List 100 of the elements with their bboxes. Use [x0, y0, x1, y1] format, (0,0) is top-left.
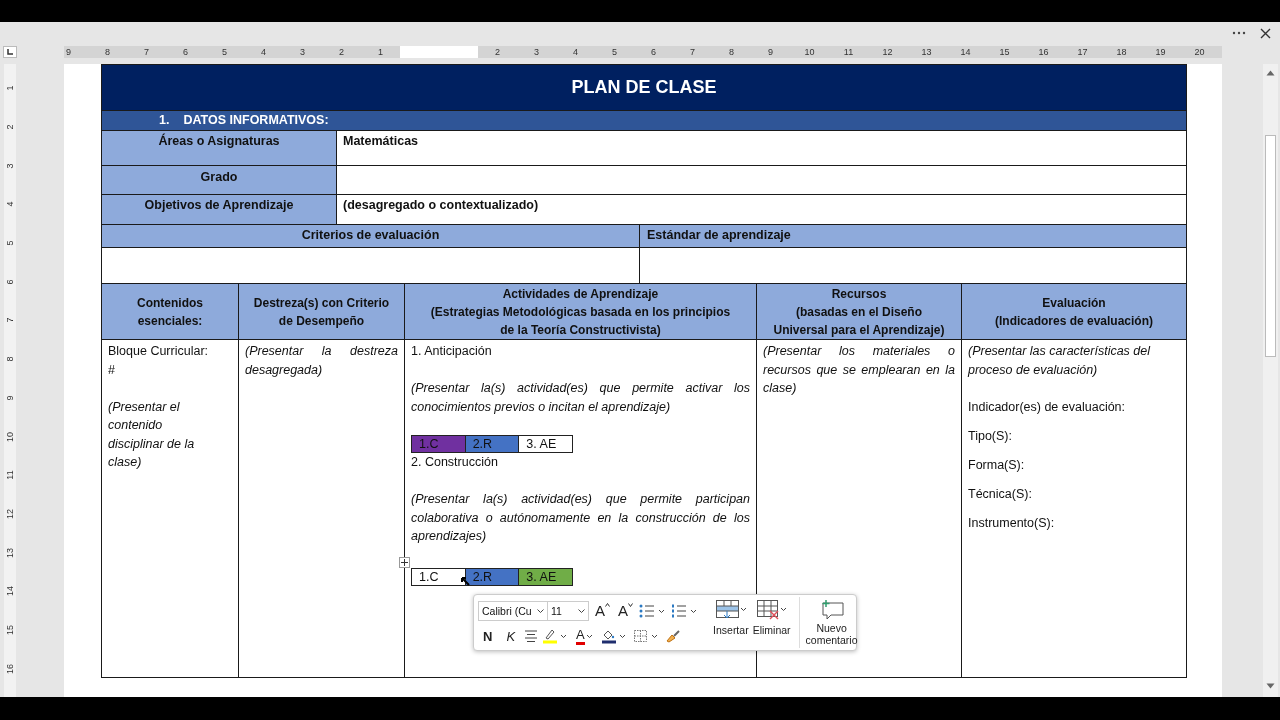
- table-cell-text: Bloque Curricular: #: [108, 343, 210, 379]
- insert-table-icon: [714, 599, 747, 621]
- more-icon[interactable]: [1232, 31, 1246, 35]
- activity-title: 2. Construcción: [411, 454, 499, 471]
- evaluation-field: Instrumento(S):: [968, 514, 1180, 533]
- ruler-number: 3: [299, 46, 306, 58]
- ruler-number: 15: [4, 623, 16, 637]
- column-header: Actividades de Aprendizaje (Estrategias Metodológicas basada en los principios de la Teoría Constructivista): [405, 284, 756, 339]
- delete-table-icon: [755, 599, 788, 621]
- horizontal-ruler[interactable]: 9 8 7 6 5 4 3 2 1 2 3 4 5 6 7 8 9 10 11 12 13 14 15 16 17 18 19 20: [64, 46, 1222, 58]
- column-header: Criterios de evaluación: [102, 225, 639, 247]
- ruler-number: 7: [4, 316, 16, 325]
- ruler-number: 8: [728, 46, 735, 58]
- table-cell: 2.R: [465, 436, 520, 452]
- column-header: Evaluación (Indicadores de evaluación): [962, 284, 1186, 339]
- ruler-number: 1: [4, 84, 16, 93]
- evaluation-field: Forma(S):: [968, 456, 1180, 475]
- ruler-number: 13: [920, 46, 933, 58]
- ruler-number: 16: [1037, 46, 1050, 58]
- ruler-number: 17: [1076, 46, 1089, 58]
- row-label: Áreas o Asignaturas: [102, 131, 336, 165]
- ruler-number: 13: [4, 546, 16, 560]
- font-size-field[interactable]: 11: [547, 600, 589, 621]
- ruler-number: 3: [533, 46, 540, 58]
- ruler-number: 9: [4, 394, 16, 403]
- ruler-number: 5: [611, 46, 618, 58]
- ruler-number: 16: [4, 662, 16, 676]
- evaluation-field: Indicador(es) de evaluación:: [968, 398, 1180, 417]
- table-cell: (desagregado o contextualizado): [337, 195, 1186, 224]
- scroll-down-icon[interactable]: [1266, 683, 1275, 689]
- delete-button[interactable]: Eliminar: [750, 597, 793, 648]
- bold-button[interactable]: N: [478, 628, 498, 644]
- column-header: Estándar de aprendizaje: [640, 225, 1186, 247]
- grow-font-button[interactable]: A: [593, 602, 612, 619]
- caret-icon: [537, 608, 544, 613]
- column-header: Contenidos esenciales:: [102, 284, 238, 339]
- activity-title: 1. Anticipación: [411, 343, 493, 360]
- row-label: Grado: [102, 166, 336, 194]
- ruler-number: 19: [1154, 46, 1167, 58]
- ruler-number: 4: [572, 46, 579, 58]
- scrollbar-thumb[interactable]: [1265, 135, 1276, 357]
- ruler-number: 6: [4, 278, 16, 287]
- ruler-number: 5: [221, 46, 228, 58]
- ruler-number: 2: [4, 123, 16, 132]
- ruler-number: 12: [881, 46, 894, 58]
- evaluation-field: Técnica(S):: [968, 485, 1180, 504]
- ruler-number: 12: [4, 507, 16, 521]
- caret-icon: [584, 633, 595, 639]
- caret-up-icon: [605, 603, 610, 607]
- ruler-number: 14: [4, 585, 16, 599]
- new-comment-button[interactable]: Nuevo comentario: [798, 597, 860, 648]
- ruler-number: 10: [4, 430, 16, 444]
- font-field[interactable]: Calibri (Cu: [478, 600, 548, 621]
- caret-icon: [578, 608, 585, 613]
- table-cell: 2.R: [465, 568, 520, 585]
- evaluation-field: Tipo(S):: [968, 427, 1180, 446]
- mouse-pointer-icon: [460, 576, 470, 586]
- insert-button[interactable]: Insertar: [711, 597, 751, 648]
- ruler-number: 5: [4, 239, 16, 248]
- ruler-number: 2: [494, 46, 501, 58]
- tab-stop-icon[interactable]: [3, 46, 17, 58]
- close-icon[interactable]: [1260, 27, 1271, 39]
- column-header: Destreza(s) con Criterio de Desempeño: [239, 284, 404, 339]
- align-center-icon[interactable]: [524, 630, 539, 642]
- ruler-number: 9: [767, 46, 774, 58]
- ruler-number: 11: [842, 46, 855, 58]
- table-move-handle-icon[interactable]: [399, 557, 410, 568]
- table-cell: 3. AE: [519, 568, 572, 585]
- ruler-number: 1: [377, 46, 384, 58]
- scroll-up-icon[interactable]: [1266, 70, 1275, 76]
- shrink-font-button[interactable]: A: [616, 602, 636, 619]
- ruler-number: 4: [4, 200, 16, 209]
- activity-description: (Presentar la(s) actividad(es) que permite activar los conocimientos previos o incitan el aprendizaje): [411, 380, 750, 416]
- ruler-number: 7: [143, 46, 150, 58]
- table-cell: Matemáticas: [337, 131, 1186, 165]
- ruler-number: 11: [4, 469, 16, 482]
- ruler-number: 8: [4, 355, 16, 364]
- table-cell-text: (Presentar las características del proceso de evaluación): [968, 343, 1152, 379]
- column-header: Recursos (basadas en el Diseño Universal para el Aprendizaje): [757, 284, 961, 339]
- ruler-number: 8: [104, 46, 111, 58]
- section-heading: 1. DATOS INFORMATIVOS:: [102, 111, 1186, 130]
- table-cell-text: (Presentar los materiales o recursos que se emplearan en la clase): [763, 343, 955, 397]
- ruler-number: 14: [959, 46, 972, 58]
- ruler-number: 20: [1193, 46, 1206, 58]
- table-cell: 1.C: [412, 436, 466, 452]
- ruler-number: 2: [338, 46, 345, 58]
- vertical-ruler[interactable]: 1 2 3 4 5 6 7 8 9 10 11 12 13 14 15 16: [4, 64, 16, 697]
- ruler-number: 18: [1115, 46, 1128, 58]
- ruler-number: 6: [650, 46, 657, 58]
- row-label: Objetivos de Aprendizaje: [102, 195, 336, 224]
- ruler-number: 9: [65, 46, 72, 58]
- table-cell-text: (Presentar el contenido disciplinar de la clase): [108, 398, 196, 471]
- ruler-number: 4: [260, 46, 267, 58]
- ruler-number: 7: [689, 46, 696, 58]
- font-color-button[interactable]: A: [574, 627, 597, 645]
- italic-button[interactable]: K: [501, 628, 521, 644]
- format-painter-icon[interactable]: [664, 629, 681, 643]
- caret-icon: [628, 603, 634, 607]
- ruler-number: 3: [4, 162, 16, 171]
- activity-description: (Presentar la(s) actividad(es) que permite participan colaborativa o autónomamente en la construcción de los aprendizajes): [411, 491, 750, 545]
